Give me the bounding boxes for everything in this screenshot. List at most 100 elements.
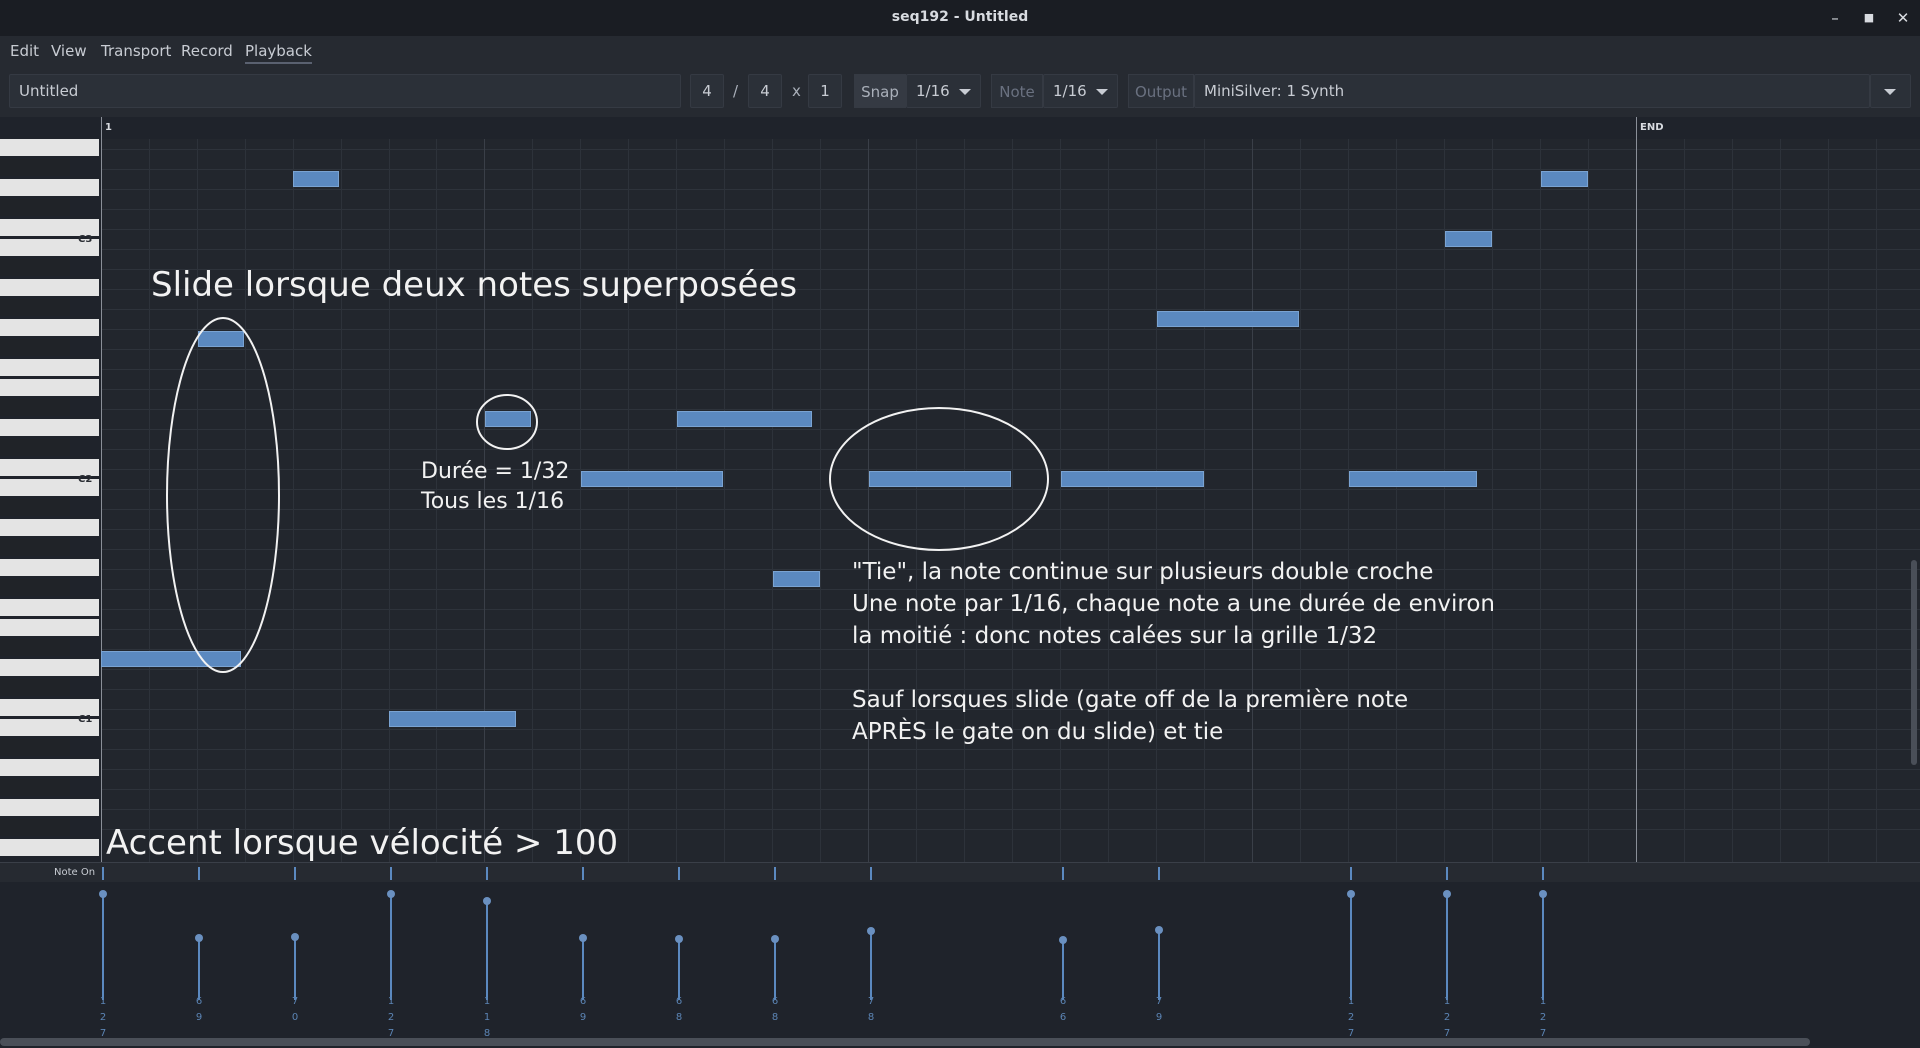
- event-tick[interactable]: [870, 867, 872, 880]
- piano-key[interactable]: [0, 279, 99, 296]
- measures-field[interactable]: 1: [808, 74, 842, 108]
- piano-key[interactable]: [0, 439, 70, 456]
- event-tick[interactable]: [678, 867, 680, 880]
- beat-width-field[interactable]: 4: [748, 74, 782, 108]
- event-tick[interactable]: [102, 867, 104, 880]
- event-tick[interactable]: [1350, 867, 1352, 880]
- piano-key[interactable]: [0, 819, 70, 836]
- piano-key[interactable]: [0, 579, 70, 596]
- piano-key[interactable]: [0, 179, 99, 196]
- piano-key[interactable]: [0, 559, 99, 576]
- piano-key[interactable]: [0, 679, 70, 696]
- menu-transport[interactable]: Transport: [101, 42, 171, 60]
- velocity-stem[interactable]: [1542, 894, 1544, 1000]
- piano-key[interactable]: [0, 319, 99, 336]
- velocity-stem[interactable]: [678, 939, 680, 1000]
- piano-key[interactable]: [0, 399, 70, 416]
- velocity-stem[interactable]: [1158, 930, 1160, 1000]
- velocity-handle[interactable]: [1059, 936, 1067, 944]
- piano-key[interactable]: [0, 339, 70, 356]
- piano-key[interactable]: [0, 759, 99, 776]
- piano-key[interactable]: [0, 419, 99, 436]
- piano-key[interactable]: [0, 299, 70, 316]
- piano-key[interactable]: [0, 539, 70, 556]
- piano-key[interactable]: [0, 799, 99, 816]
- velocity-handle[interactable]: [867, 927, 875, 935]
- maximize-icon[interactable]: ■: [1858, 7, 1880, 29]
- piano-key[interactable]: [0, 259, 70, 276]
- event-tick[interactable]: [1062, 867, 1064, 880]
- minimize-icon[interactable]: –: [1824, 7, 1846, 29]
- piano-key[interactable]: [0, 779, 70, 796]
- menu-edit[interactable]: Edit: [10, 42, 39, 60]
- velocity-handle[interactable]: [1443, 890, 1451, 898]
- velocity-stem[interactable]: [198, 938, 200, 1000]
- piano-keyboard[interactable]: C3 C2 C1: [0, 139, 101, 862]
- velocity-stem[interactable]: [1446, 894, 1448, 1000]
- velocity-handle[interactable]: [195, 934, 203, 942]
- piano-key[interactable]: [0, 199, 70, 216]
- menu-view[interactable]: View: [51, 42, 87, 60]
- horizontal-scrollbar[interactable]: [0, 1038, 1810, 1046]
- piano-key[interactable]: [0, 619, 99, 636]
- event-tick[interactable]: [486, 867, 488, 880]
- velocity-handle[interactable]: [483, 897, 491, 905]
- velocity-stem[interactable]: [294, 937, 296, 1000]
- piano-key[interactable]: [0, 139, 99, 156]
- toolbar: Untitled 4 / 4 x 1 Snap 1/16 Note 1/16 O…: [0, 65, 1920, 117]
- output-dropdown-button[interactable]: [1870, 74, 1911, 108]
- velocity-handle[interactable]: [1155, 926, 1163, 934]
- velocity-stem[interactable]: [774, 939, 776, 1000]
- event-tick[interactable]: [582, 867, 584, 880]
- velocity-stem[interactable]: [102, 894, 104, 1000]
- timeline-ruler[interactable]: 1 END: [0, 117, 1920, 140]
- velocity-handle[interactable]: [1539, 890, 1547, 898]
- piano-key[interactable]: [0, 519, 99, 536]
- note-grid[interactable]: Slide lorsque deux notes superposées Dur…: [101, 139, 1920, 862]
- velocity-stem[interactable]: [390, 894, 392, 1000]
- beats-per-bar-field[interactable]: 4: [690, 74, 724, 108]
- piano-key[interactable]: [0, 659, 99, 676]
- piano-key[interactable]: [0, 839, 99, 856]
- velocity-stem[interactable]: [870, 931, 872, 1000]
- piano-key[interactable]: [0, 599, 99, 616]
- event-tick[interactable]: [774, 867, 776, 880]
- note-length-select[interactable]: 1/16: [1043, 74, 1118, 108]
- close-icon[interactable]: ✕: [1892, 7, 1914, 29]
- velocity-handle[interactable]: [675, 935, 683, 943]
- velocity-handle[interactable]: [771, 935, 779, 943]
- velocity-stem[interactable]: [486, 901, 488, 1000]
- output-select[interactable]: MiniSilver: 1 Synth: [1194, 74, 1870, 108]
- piano-key[interactable]: [0, 639, 70, 656]
- velocity-value: 1 1 8: [483, 996, 491, 1039]
- velocity-handle[interactable]: [387, 890, 395, 898]
- piano-key[interactable]: [0, 359, 99, 376]
- vertical-scrollbar[interactable]: [1911, 560, 1917, 765]
- velocity-handle[interactable]: [291, 933, 299, 941]
- event-tick[interactable]: [198, 867, 200, 880]
- event-lane[interactable]: Note On: [0, 862, 1920, 883]
- event-tick[interactable]: [1542, 867, 1544, 880]
- velocity-value: 7 8: [867, 996, 875, 1023]
- velocity-stem[interactable]: [1062, 940, 1064, 1000]
- velocity-stem[interactable]: [582, 938, 584, 1000]
- sequence-name-field[interactable]: Untitled: [9, 74, 681, 108]
- piano-key[interactable]: [0, 739, 70, 756]
- velocity-stem[interactable]: [1350, 894, 1352, 1000]
- velocity-editor[interactable]: 1 2 7 6 9 7 0 1 2 7 1 1 8 6 9 6 8 6 8 7 …: [0, 882, 1920, 1042]
- velocity-handle[interactable]: [1347, 890, 1355, 898]
- menu-playback[interactable]: Playback: [245, 42, 312, 64]
- event-tick[interactable]: [1446, 867, 1448, 880]
- event-tick[interactable]: [1158, 867, 1160, 880]
- menu-record[interactable]: Record: [181, 42, 233, 60]
- piano-key[interactable]: [0, 159, 70, 176]
- event-tick[interactable]: [390, 867, 392, 880]
- snap-select[interactable]: 1/16: [906, 74, 981, 108]
- event-tick[interactable]: [294, 867, 296, 880]
- piano-key[interactable]: [0, 379, 99, 396]
- velocity-handle[interactable]: [579, 934, 587, 942]
- piano-key[interactable]: [0, 499, 70, 516]
- chevron-down-icon: [959, 89, 971, 95]
- velocity-handle[interactable]: [99, 890, 107, 898]
- octave-label-c1: C1: [78, 714, 93, 725]
